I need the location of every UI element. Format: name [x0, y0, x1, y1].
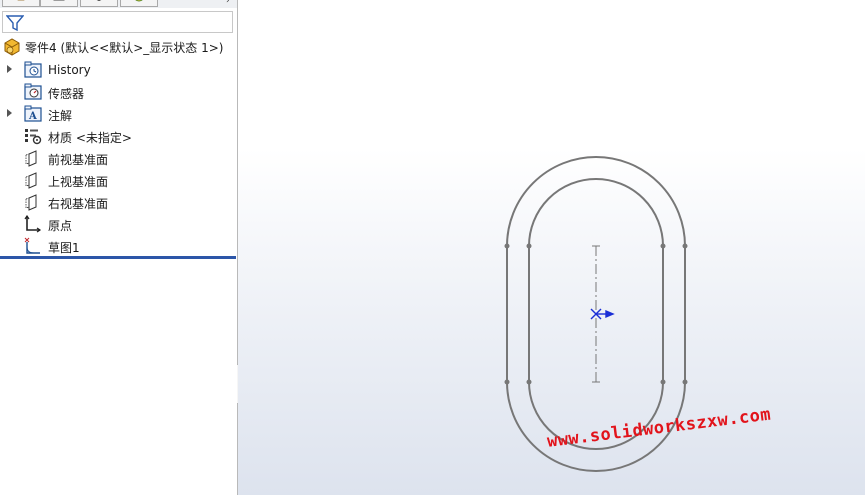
- tree-item-label: 材质 <未指定>: [48, 131, 132, 145]
- plane-icon: [25, 150, 37, 167]
- sketch-point[interactable]: [526, 379, 532, 385]
- filter-icon[interactable]: [6, 14, 24, 32]
- property-manager-tab[interactable]: [40, 0, 78, 7]
- tree-item-top-plane[interactable]: 上视基准面: [0, 169, 236, 191]
- tree-item-label: History: [48, 63, 91, 77]
- sketch-point[interactable]: [682, 243, 688, 249]
- history-folder-icon: [24, 61, 42, 78]
- tree-item-label: 注解: [48, 109, 73, 123]
- sketch-point[interactable]: [660, 243, 666, 249]
- part-icon: [4, 38, 20, 56]
- display-icon: [135, 0, 143, 2]
- rollback-bar[interactable]: [0, 256, 236, 259]
- svg-text:A: A: [28, 111, 37, 122]
- plane-icon: [25, 172, 37, 189]
- sketch-point[interactable]: [504, 243, 510, 249]
- origin-icon: [24, 215, 42, 233]
- configuration-manager-tab[interactable]: [80, 0, 118, 7]
- tab-overflow-arrow-icon[interactable]: ›: [226, 0, 230, 6]
- tree-item-history[interactable]: History: [0, 59, 236, 81]
- part-icon: [17, 0, 25, 1]
- tree-item-sensors[interactable]: 传感器: [0, 81, 236, 103]
- tree-filter-bar[interactable]: [2, 11, 233, 33]
- sketch-origin-icon[interactable]: [590, 308, 615, 320]
- tree-item-right-plane[interactable]: 右视基准面: [0, 191, 236, 213]
- tree-item-material[interactable]: 材质 <未指定>: [0, 125, 236, 147]
- tree-item-annotations[interactable]: A 注解: [0, 103, 236, 125]
- tree-item-label: 前视基准面: [48, 153, 109, 167]
- sketch-icon: [24, 237, 40, 254]
- property-icon: [53, 0, 65, 1]
- sensor-icon: [24, 83, 42, 100]
- expand-arrow-icon[interactable]: [7, 109, 12, 117]
- annotations-icon: A: [24, 105, 42, 122]
- tree-item-origin[interactable]: 原点: [0, 213, 236, 235]
- tree-root-label: 零件4 (默认<<默认>_显示状态 1>): [25, 41, 224, 55]
- tree-item-label: 原点: [48, 219, 73, 233]
- feature-manager-tab[interactable]: [2, 0, 40, 7]
- plane-icon: [25, 194, 37, 211]
- sketch-point[interactable]: [504, 379, 510, 385]
- tree-item-label: 右视基准面: [48, 197, 109, 211]
- tree-root-part[interactable]: 零件4 (默认<<默认>_显示状态 1>): [2, 36, 234, 56]
- tree-item-label: 上视基准面: [48, 175, 109, 189]
- material-icon: [25, 129, 42, 145]
- sketch-point[interactable]: [660, 379, 666, 385]
- tree-item-sketch1[interactable]: 草图1: [0, 235, 236, 257]
- display-manager-tab[interactable]: [120, 0, 158, 7]
- configuration-icon: [96, 0, 102, 1]
- feature-manager-panel: › 零件4 (默认<<默认>_显示状态 1>) History 传感器 A 注解…: [0, 0, 238, 495]
- expand-arrow-icon[interactable]: [7, 65, 12, 73]
- tree-item-label: 草图1: [48, 241, 80, 255]
- sketch-point[interactable]: [526, 243, 532, 249]
- panel-tab-strip: ›: [0, 0, 237, 8]
- tree-item-front-plane[interactable]: 前视基准面: [0, 147, 236, 169]
- tree-item-label: 传感器: [48, 87, 85, 101]
- sketch-point[interactable]: [682, 379, 688, 385]
- graphics-area[interactable]: www.solidworkszxw.com: [238, 0, 865, 495]
